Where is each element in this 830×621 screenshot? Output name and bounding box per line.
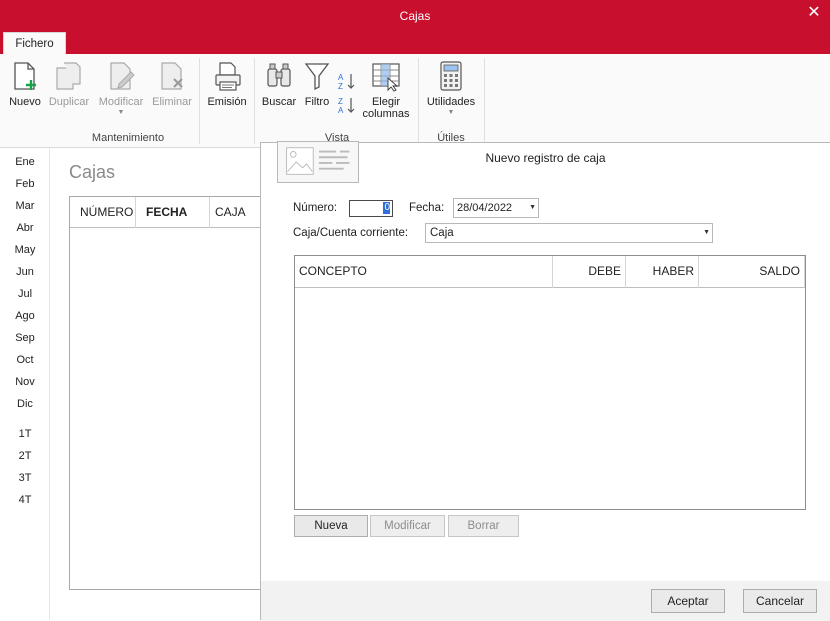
numero-value: 0	[383, 202, 390, 215]
column-header-caja[interactable]: CAJA	[210, 197, 262, 228]
month-item[interactable]: Ago	[0, 310, 50, 322]
quarter-item[interactable]: 2T	[0, 450, 50, 462]
month-item[interactable]: Abr	[0, 222, 50, 234]
dialog-footer: Aceptar Cancelar	[261, 581, 830, 621]
month-item[interactable]: Sep	[0, 332, 50, 344]
printer-icon	[215, 62, 241, 91]
month-item[interactable]: Dic	[0, 398, 50, 410]
title-bar: Cajas ✕	[0, 0, 830, 32]
numero-field[interactable]: 0	[349, 200, 393, 217]
nueva-line-button[interactable]: Nueva	[294, 515, 368, 537]
emision-button[interactable]: Emisión	[205, 60, 249, 108]
filter-icon	[304, 63, 330, 91]
list-title: Cajas	[69, 162, 116, 182]
ribbon: Nuevo Duplicar Modificar ▼ Eliminar Emis…	[0, 54, 830, 148]
filtro-label: Filtro	[304, 96, 330, 108]
movements-grid: CONCEPTO DEBE HABER SALDO	[294, 255, 806, 510]
chevron-down-icon[interactable]: ▼	[529, 199, 536, 217]
close-icon[interactable]: ✕	[806, 4, 822, 22]
duplicar-button[interactable]: Duplicar	[45, 60, 93, 108]
columnas-label: columnas	[362, 108, 410, 120]
ribbon-separator	[484, 58, 485, 144]
svg-text:Z: Z	[338, 97, 343, 106]
chevron-down-icon: ▼	[447, 109, 455, 116]
sort-descending-button[interactable]: Z A	[337, 96, 357, 117]
ribbon-separator	[418, 58, 419, 144]
column-header-numero[interactable]: NÚMERO	[70, 197, 136, 228]
modificar-button[interactable]: Modificar ▼	[94, 60, 148, 116]
svg-text:A: A	[338, 73, 344, 82]
delete-document-icon	[161, 62, 183, 90]
sort-descending-icon: Z A	[338, 97, 355, 115]
month-item[interactable]: Jun	[0, 266, 50, 278]
quarter-item[interactable]: 1T	[0, 428, 50, 440]
new-document-icon	[14, 62, 36, 90]
numero-label: Número:	[293, 202, 338, 214]
month-item[interactable]: Oct	[0, 354, 50, 366]
grid-header: CONCEPTO DEBE HABER SALDO	[295, 256, 805, 288]
window-title: Cajas	[399, 9, 431, 23]
column-header-concepto[interactable]: CONCEPTO	[295, 256, 553, 288]
eliminar-button[interactable]: Eliminar	[149, 60, 195, 108]
fecha-label: Fecha:	[409, 202, 445, 214]
modificar-label: Modificar	[98, 96, 144, 108]
quarter-item[interactable]: 4T	[0, 494, 50, 506]
column-header-saldo[interactable]: SALDO	[699, 256, 805, 288]
group-label-mantenimiento: Mantenimiento	[91, 132, 165, 144]
eliminar-label: Eliminar	[152, 96, 192, 108]
month-item[interactable]: May	[0, 244, 50, 256]
modificar-line-button[interactable]: Modificar	[370, 515, 445, 537]
aceptar-button[interactable]: Aceptar	[651, 589, 725, 613]
buscar-label: Buscar	[261, 96, 297, 108]
cajas-table: NÚMERO FECHA CAJA	[69, 196, 261, 590]
ribbon-tab-strip: Fichero	[0, 32, 830, 54]
month-item[interactable]: Ene	[0, 156, 50, 168]
month-item[interactable]: Mar	[0, 200, 50, 212]
utilidades-button[interactable]: Utilidades ▼	[423, 60, 479, 116]
binoculars-icon	[267, 63, 291, 87]
sort-ascending-button[interactable]: A Z	[337, 72, 357, 93]
quarter-item[interactable]: 3T	[0, 472, 50, 484]
fecha-field[interactable]: 28/04/2022 ▼	[453, 198, 539, 218]
month-item[interactable]: Feb	[0, 178, 50, 190]
table-header: NÚMERO FECHA CAJA	[70, 197, 260, 228]
sort-ascending-icon: A Z	[338, 73, 355, 91]
period-sidebar: Ene Feb Mar Abr May Jun Jul Ago Sep Oct Nov Dic 1T 2T…	[0, 148, 50, 620]
caja-value: Caja	[430, 227, 454, 239]
cancelar-button[interactable]: Cancelar	[743, 589, 817, 613]
fecha-value: 28/04/2022	[457, 202, 513, 214]
calculator-icon	[440, 61, 462, 91]
columns-icon	[372, 63, 400, 92]
month-item[interactable]: Nov	[0, 376, 50, 388]
caja-label: Caja/Cuenta corriente:	[293, 227, 409, 239]
buscar-button[interactable]: Buscar	[260, 60, 298, 108]
svg-text:A: A	[338, 106, 344, 114]
emision-label: Emisión	[207, 96, 247, 108]
chevron-down-icon: ▼	[117, 109, 125, 116]
filtro-button[interactable]: Filtro	[300, 60, 334, 108]
nuevo-label: Nuevo	[9, 96, 41, 108]
dialog-title: Nuevo registro de caja	[485, 151, 606, 165]
month-item[interactable]: Jul	[0, 288, 50, 300]
borrar-line-button[interactable]: Borrar	[448, 515, 519, 537]
elegir-label: Elegir	[371, 96, 401, 108]
tab-fichero[interactable]: Fichero	[3, 32, 66, 54]
nuevo-registro-dialog: Nuevo registro de caja Número: 0 Fecha: …	[260, 141, 830, 621]
nuevo-button[interactable]: Nuevo	[6, 60, 44, 108]
duplicar-label: Duplicar	[48, 96, 90, 108]
svg-text:Z: Z	[338, 82, 343, 90]
column-header-debe[interactable]: DEBE	[553, 256, 626, 288]
column-header-fecha[interactable]: FECHA	[136, 197, 210, 228]
edit-document-icon	[110, 62, 135, 90]
ribbon-separator	[254, 58, 255, 144]
utilidades-label: Utilidades	[426, 96, 476, 108]
column-header-haber[interactable]: HABER	[626, 256, 699, 288]
caja-select[interactable]: Caja ▼	[425, 223, 713, 243]
duplicate-icon	[56, 62, 81, 90]
elegir-columnas-button[interactable]: Elegir columnas	[360, 60, 412, 120]
chevron-down-icon[interactable]: ▼	[703, 224, 710, 242]
